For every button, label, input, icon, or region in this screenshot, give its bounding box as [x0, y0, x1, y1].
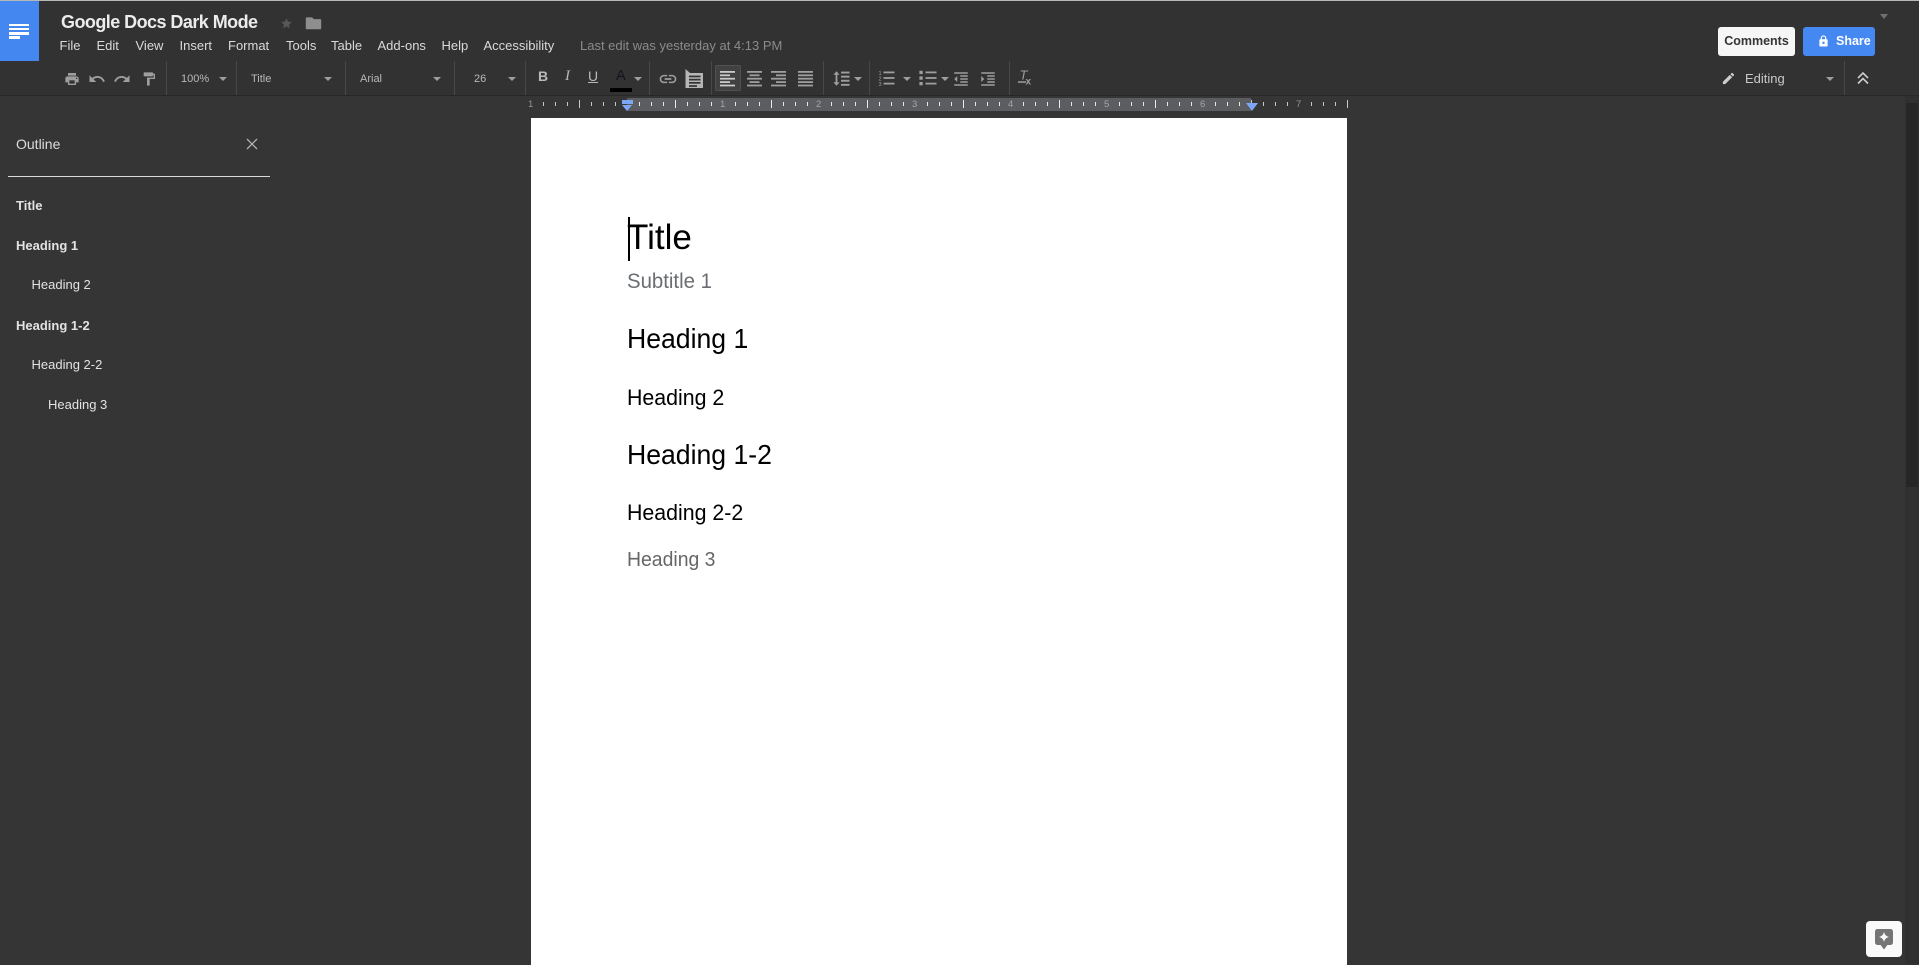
svg-text:3: 3 [878, 82, 881, 87]
svg-text:x: x [1025, 77, 1031, 88]
